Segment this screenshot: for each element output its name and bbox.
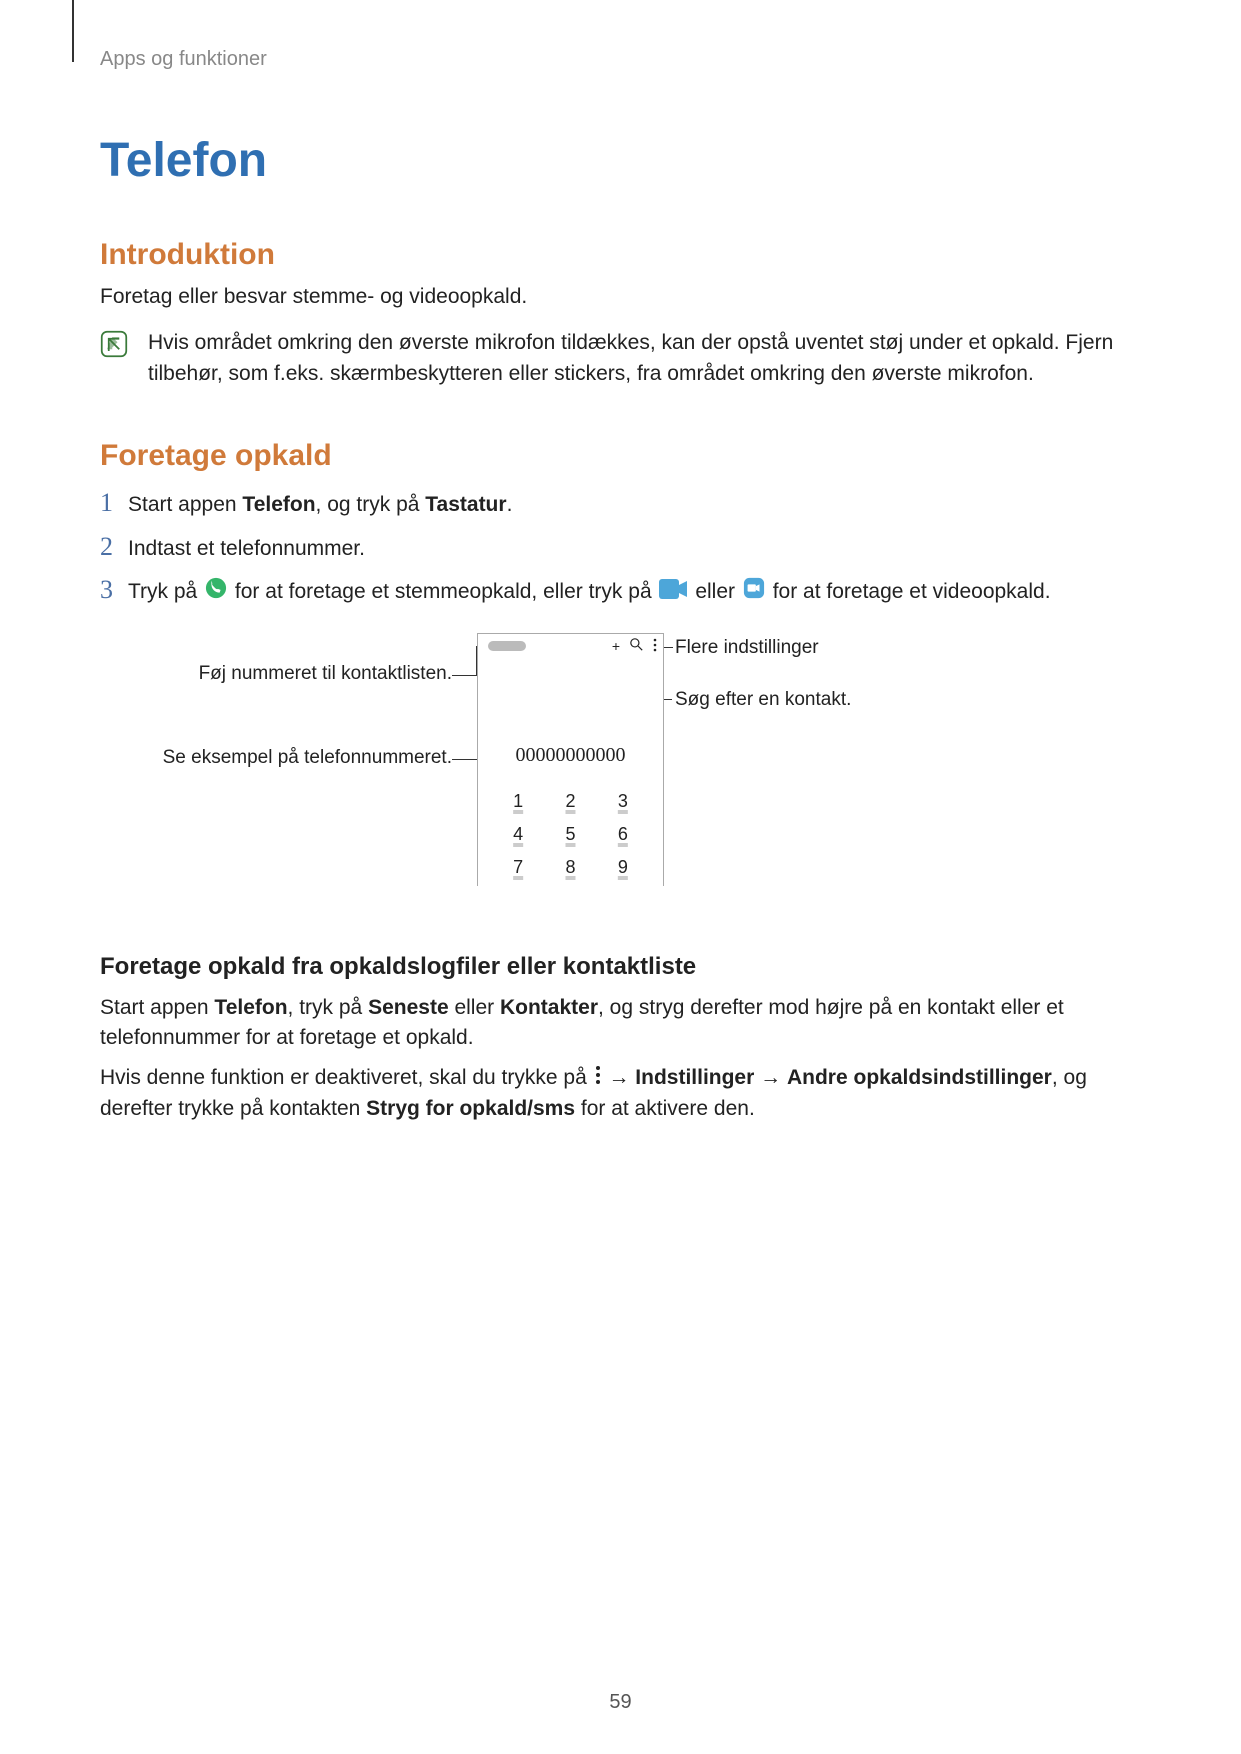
t: for at aktivere den. — [575, 1097, 755, 1120]
step-1: 1 Start appen Telefon, og tryk på Tastat… — [100, 489, 1141, 521]
key-7: 7 — [492, 857, 544, 878]
heading-logs: Foretage opkald fra opkaldslogfiler elle… — [100, 953, 1141, 981]
key-4: 4 — [492, 824, 544, 845]
t: Telefon — [214, 996, 287, 1019]
t: Start appen — [100, 996, 214, 1019]
step-1-text: Start appen Telefon, og tryk på Tastatur… — [128, 489, 512, 521]
t: Telefon — [242, 493, 315, 516]
more-icon — [653, 638, 657, 655]
phone-number-display: 00000000000 — [478, 744, 663, 767]
t: eller — [695, 580, 741, 603]
arrow: → — [760, 1066, 781, 1089]
label-search-contact: Søg efter en kontakt. — [675, 689, 851, 711]
t: Kontakter — [500, 996, 598, 1019]
heading-make-call: Foretage opkald — [100, 439, 1141, 473]
key-1: 1 — [492, 791, 544, 812]
key-9: 9 — [597, 857, 649, 878]
step-3-text: Tryk på for at foretage et stemmeopkald,… — [128, 576, 1051, 608]
breadcrumb: Apps og funktioner — [100, 48, 1141, 71]
step-3: 3 Tryk på for at foretage et stemmeopkal… — [100, 576, 1141, 608]
t: Tastatur — [425, 493, 506, 516]
arrow: → — [608, 1066, 629, 1089]
key-5: 5 — [544, 824, 596, 845]
key-3: 3 — [597, 791, 649, 812]
t: Start appen — [128, 493, 242, 516]
phone-diagram: Føj nummeret til kontaktlisten. Se eksem… — [100, 633, 1141, 913]
t: Hvis denne funktion er deaktiveret, skal… — [100, 1066, 593, 1089]
logs-para-2: Hvis denne funktion er deaktiveret, skal… — [100, 1063, 1141, 1124]
line — [452, 675, 477, 676]
t: , tryk på — [288, 996, 369, 1019]
t: Seneste — [368, 996, 449, 1019]
step-number: 1 — [100, 489, 128, 518]
note-icon — [100, 330, 128, 358]
page-title: Telefon — [100, 133, 1141, 188]
t: for at foretage et stemmeopkald, eller t… — [235, 580, 658, 603]
key-2: 2 — [544, 791, 596, 812]
t: Stryg for opkald/sms — [366, 1097, 575, 1120]
t: Tryk på — [128, 580, 203, 603]
label-more-options: Flere indstillinger — [675, 637, 819, 659]
logs-para-1: Start appen Telefon, tryk på Seneste ell… — [100, 993, 1141, 1054]
t: Andre opkaldsindstillinger — [787, 1066, 1052, 1089]
plus-icon: + — [612, 638, 620, 654]
page-number: 59 — [0, 1691, 1241, 1714]
margin-rule — [72, 0, 74, 62]
label-preview-number: Se eksempel på telefonnummeret. — [100, 747, 452, 769]
t: , og tryk på — [316, 493, 426, 516]
video-round-icon — [743, 577, 765, 609]
heading-intro: Introduktion — [100, 238, 1141, 272]
more-vert-icon — [595, 1064, 601, 1094]
intro-lead: Foretag eller besvar stemme- og videoopk… — [100, 282, 1141, 312]
t: . — [507, 493, 513, 516]
call-icon — [205, 577, 227, 609]
search-icon — [630, 638, 643, 654]
keypad: 1 2 3 4 5 6 7 8 9 — [478, 791, 663, 886]
label-add-contact: Føj nummeret til kontaktlisten. — [100, 663, 452, 685]
step-number: 3 — [100, 576, 128, 605]
key-6: 6 — [597, 824, 649, 845]
tab-pill — [488, 641, 526, 651]
page: Apps og funktioner Telefon Introduktion … — [0, 0, 1241, 1754]
video-rect-icon — [659, 577, 687, 609]
t: for at foretage et videoopkald. — [773, 580, 1051, 603]
step-2: 2 Indtast et telefonnummer. — [100, 533, 1141, 565]
step-number: 2 — [100, 533, 128, 562]
key-8: 8 — [544, 857, 596, 878]
steps-list: 1 Start appen Telefon, og tryk på Tastat… — [100, 489, 1141, 608]
phone-frame: + 00000000000 1 2 3 4 5 6 7 8 9 — [477, 633, 664, 886]
note-text: Hvis området omkring den øverste mikrofo… — [148, 328, 1141, 389]
topbar-icons: + — [612, 638, 657, 655]
t: eller — [449, 996, 500, 1019]
note-block: Hvis området omkring den øverste mikrofo… — [100, 328, 1141, 389]
t: Indstillinger — [635, 1066, 754, 1089]
step-2-text: Indtast et telefonnummer. — [128, 533, 365, 565]
